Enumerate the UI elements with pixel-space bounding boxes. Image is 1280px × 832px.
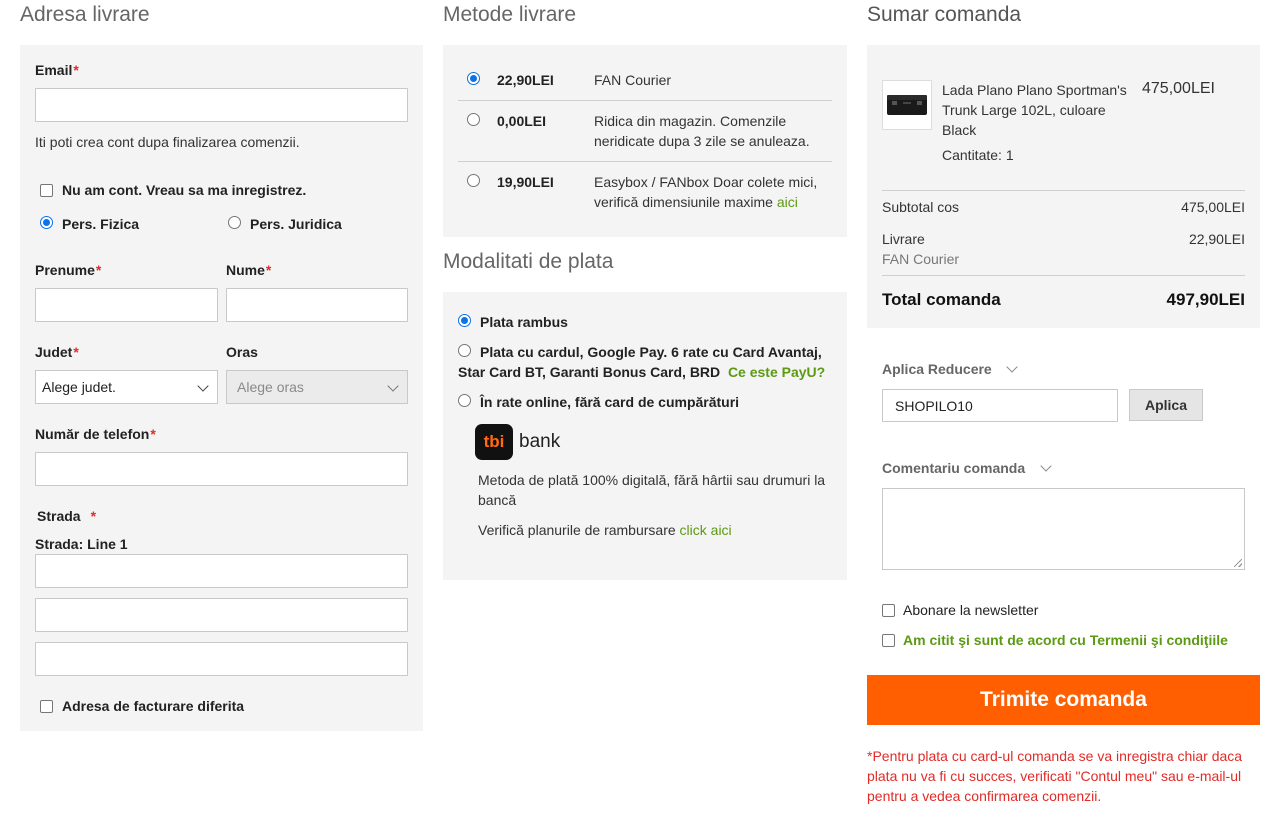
divider xyxy=(458,100,832,101)
lastname-field[interactable] xyxy=(226,288,408,322)
subtotal-label: Subtotal cos xyxy=(882,199,960,215)
product-price: 475,00LEI xyxy=(1142,80,1215,97)
shipping-method-name: FAN Courier xyxy=(882,251,960,267)
shipping-store-price: 0,00LEI xyxy=(497,113,547,129)
terms-link[interactable]: Am citit şi sunt de acord cu Termenii şi… xyxy=(903,630,1228,650)
shipping-fan-radio[interactable] xyxy=(467,72,480,85)
shipping-fan-name: FAN Courier xyxy=(594,72,672,88)
newsletter-label: Abonare la newsletter xyxy=(903,602,1039,618)
email-label: Email* xyxy=(35,62,79,78)
total-value: 497,90LEI xyxy=(1166,290,1245,309)
phone-field[interactable] xyxy=(35,452,408,486)
shipping-easybox-price: 19,90LEI xyxy=(497,174,554,190)
chevron-down-icon xyxy=(387,380,399,392)
shipping-easybox-name: Easybox / FANbox Doar colete mici, verif… xyxy=(594,174,818,210)
payment-methods-title: Modalitati de plata xyxy=(443,250,614,273)
payment-tbi-label: În rate online, fără card de cumpărături xyxy=(480,394,740,410)
tbi-brand-text: bank xyxy=(519,431,561,452)
payment-cod-label: Plata rambus xyxy=(480,314,568,330)
county-label: Judet* xyxy=(35,344,79,360)
shipping-value: 22,90LEI xyxy=(1188,231,1245,247)
divider xyxy=(882,275,1245,276)
county-select-value: Alege judet. xyxy=(42,379,116,395)
street-line1-label: Strada: Line 1 xyxy=(35,536,128,552)
subtotal-value: 475,00LEI xyxy=(1181,199,1245,215)
street-line2-field[interactable] xyxy=(35,598,408,632)
email-field[interactable] xyxy=(35,88,408,122)
shipping-label: Livrare xyxy=(882,231,925,247)
chevron-down-icon xyxy=(197,380,209,392)
payment-cod-radio[interactable] xyxy=(458,314,471,327)
city-select-value: Alege oras xyxy=(237,379,304,395)
shipping-address-title: Adresa livrare xyxy=(20,3,150,26)
person-juridica-label: Pers. Juridica xyxy=(250,216,342,232)
tbi-logo: tbi xyxy=(475,424,513,460)
firstname-label: Prenume* xyxy=(35,262,102,278)
lastname-label: Nume* xyxy=(226,262,272,278)
person-juridica-radio[interactable] xyxy=(228,216,241,229)
shipping-methods-title: Metode livrare xyxy=(443,3,577,26)
person-fizica-radio[interactable] xyxy=(40,216,53,229)
payu-info-link[interactable]: Ce este PayU? xyxy=(728,364,825,380)
phone-label: Număr de telefon* xyxy=(35,426,156,442)
tbi-plans-text: Verifică planurile de rambursare click a… xyxy=(478,522,732,538)
order-summary-title: Sumar comanda xyxy=(867,3,1022,26)
county-select[interactable]: Alege judet. xyxy=(35,370,218,404)
city-label: Oras xyxy=(226,344,258,360)
apply-discount-button[interactable]: Aplica xyxy=(1129,389,1203,421)
person-fizica-label: Pers. Fizica xyxy=(62,216,140,232)
discount-code-input[interactable]: SHOPILO10 xyxy=(882,389,1118,422)
product-quantity: Cantitate: 1 xyxy=(942,147,1014,163)
chevron-down-icon[interactable] xyxy=(1040,460,1052,472)
payment-card-label: Plata cu cardul, Google Pay. 6 rate cu C… xyxy=(458,344,826,380)
register-label: Nu am cont. Vreau sa ma inregistrez. xyxy=(62,182,307,198)
register-checkbox[interactable] xyxy=(40,184,53,197)
discount-toggle[interactable]: Aplica Reducere xyxy=(882,359,992,379)
divider xyxy=(458,161,832,162)
city-select[interactable]: Alege oras xyxy=(226,370,408,404)
card-payment-note: *Pentru plata cu card-ul comanda se va i… xyxy=(867,748,1243,804)
payment-tbi-radio[interactable] xyxy=(458,394,471,407)
tbi-plans-link[interactable]: click aici xyxy=(680,522,732,538)
tbi-description: Metoda de plată 100% digitală, fără hârt… xyxy=(478,472,826,508)
street-line3-field[interactable] xyxy=(35,642,408,676)
account-note: Iti poti crea cont dupa finalizarea come… xyxy=(35,134,300,150)
divider xyxy=(882,190,1245,191)
resize-grip-icon[interactable] xyxy=(1234,559,1242,567)
street-line1-field[interactable] xyxy=(35,554,408,588)
product-image xyxy=(882,80,932,130)
street-label: Strada * xyxy=(37,508,97,524)
billing-different-label: Adresa de facturare diferita xyxy=(62,698,245,714)
comment-toggle[interactable]: Comentariu comanda xyxy=(882,458,1025,478)
chevron-down-icon[interactable] xyxy=(1006,361,1018,373)
firstname-field[interactable] xyxy=(35,288,218,322)
product-trunk-icon xyxy=(887,95,927,115)
terms-checkbox[interactable] xyxy=(882,634,895,647)
product-name: Lada Plano Plano Sportman's Trunk Large … xyxy=(942,82,1127,138)
shipping-easybox-radio[interactable] xyxy=(467,174,480,187)
shipping-store-radio[interactable] xyxy=(467,113,480,126)
shipping-fan-price: 22,90LEI xyxy=(497,72,554,88)
comment-textarea[interactable] xyxy=(882,488,1245,570)
dimensions-link[interactable]: aici xyxy=(777,194,798,210)
total-label: Total comanda xyxy=(882,290,1001,309)
shipping-store-name: Ridica din magazin. Comenzile neridicate… xyxy=(594,113,810,149)
billing-different-checkbox[interactable] xyxy=(40,700,53,713)
newsletter-checkbox[interactable] xyxy=(882,604,895,617)
submit-order-button[interactable]: Trimite comanda xyxy=(867,675,1260,725)
